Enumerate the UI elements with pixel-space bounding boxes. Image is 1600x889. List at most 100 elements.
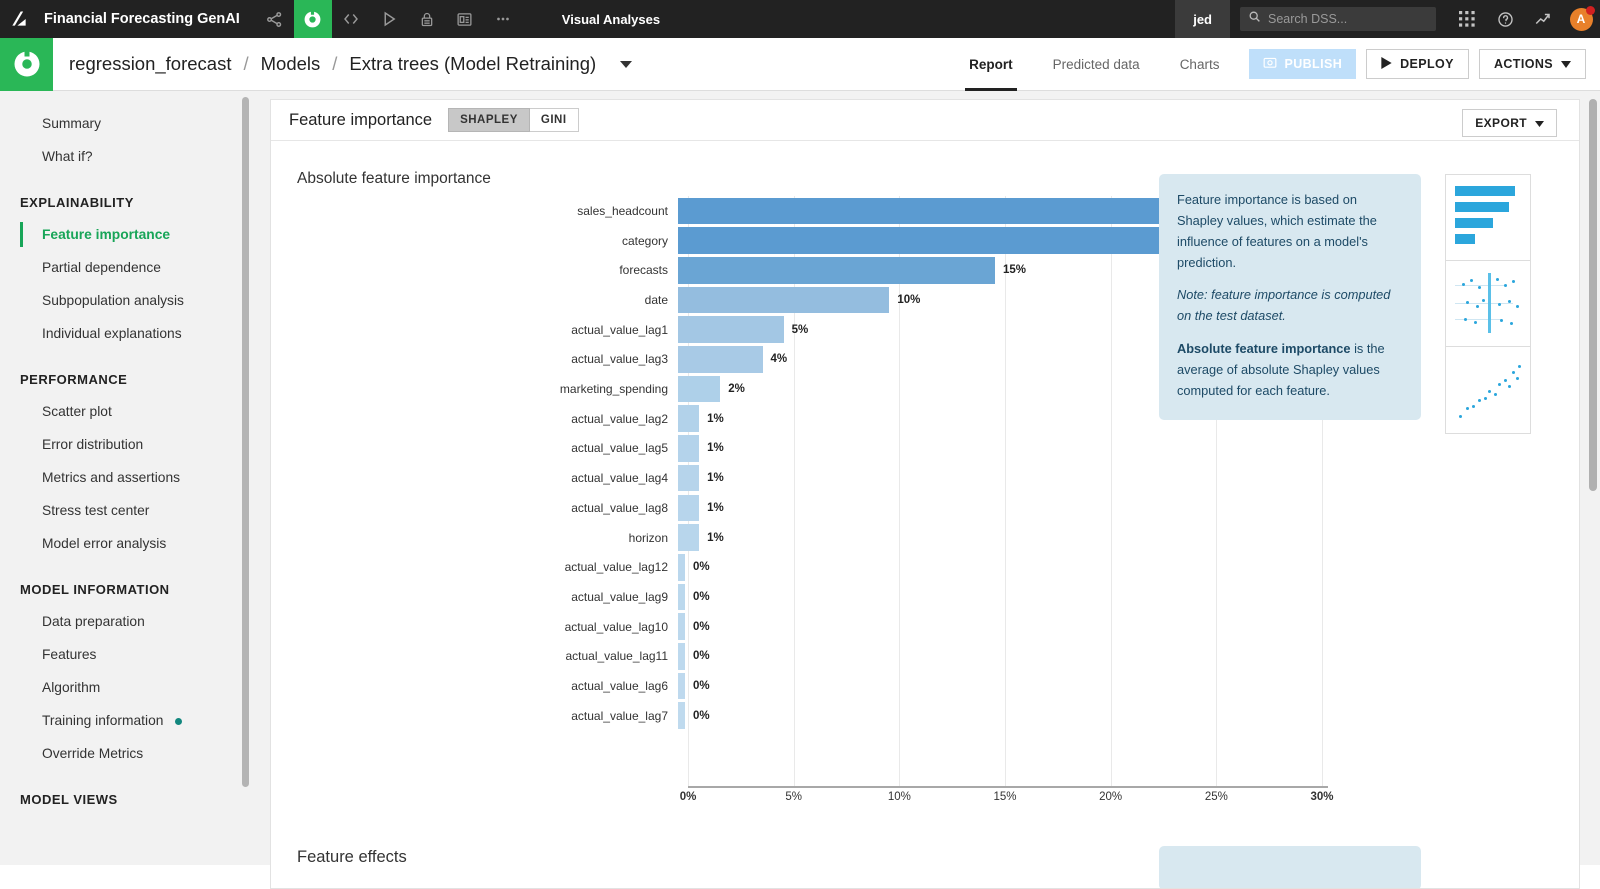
bar-value-label: 10% bbox=[897, 294, 920, 306]
bar-fill[interactable] bbox=[678, 227, 1227, 254]
bar-fill[interactable] bbox=[678, 554, 685, 581]
trend-icon[interactable] bbox=[1524, 0, 1562, 38]
actions-button[interactable]: ACTIONS bbox=[1479, 49, 1586, 79]
bar-category-label: actual_value_lag9 bbox=[271, 590, 678, 604]
sidebar-item-override-metrics[interactable]: Override Metrics bbox=[0, 737, 252, 770]
bar-fill[interactable] bbox=[678, 613, 685, 640]
search-box[interactable] bbox=[1240, 7, 1436, 31]
bar-fill[interactable] bbox=[678, 257, 995, 284]
sidebar-item-what-if[interactable]: What if? bbox=[0, 140, 252, 173]
bar-row[interactable]: actual_value_lag81% bbox=[271, 493, 1151, 523]
sidebar-item-training-information[interactable]: Training information bbox=[0, 704, 252, 737]
bar-row[interactable]: actual_value_lag90% bbox=[271, 582, 1151, 612]
bar-row[interactable]: horizon1% bbox=[271, 523, 1151, 553]
code-icon[interactable] bbox=[332, 0, 370, 38]
bar-row[interactable]: date10% bbox=[271, 285, 1151, 315]
sidebar-item-features[interactable]: Features bbox=[0, 638, 252, 671]
sidebar-item-individual-explanations[interactable]: Individual explanations bbox=[0, 317, 252, 350]
sidebar-item-partial-dependence[interactable]: Partial dependence bbox=[0, 251, 252, 284]
sidebar-scrollbar-thumb[interactable] bbox=[242, 97, 249, 787]
page-scrollbar-thumb[interactable] bbox=[1589, 99, 1597, 491]
breadcrumb-item-models[interactable]: Models bbox=[255, 53, 327, 75]
bar-chart-thumbnail[interactable] bbox=[1446, 175, 1530, 261]
flow-icon[interactable] bbox=[256, 0, 294, 38]
project-logo-icon[interactable] bbox=[0, 38, 53, 91]
bar-fill[interactable] bbox=[678, 316, 784, 343]
sidebar-item-feature-importance[interactable]: Feature importance bbox=[0, 218, 252, 251]
bar-fill[interactable] bbox=[678, 287, 889, 314]
bar-row[interactable]: forecasts15% bbox=[271, 255, 1151, 285]
info-bold-lead: Absolute feature importance bbox=[1177, 341, 1351, 356]
bar-fill[interactable] bbox=[678, 376, 720, 403]
bar-fill[interactable] bbox=[678, 584, 685, 611]
bar-row[interactable]: marketing_spending2% bbox=[271, 374, 1151, 404]
bar-fill[interactable] bbox=[678, 435, 699, 462]
sidebar-item-error-distribution[interactable]: Error distribution bbox=[0, 428, 252, 461]
bar-row[interactable]: actual_value_lag110% bbox=[271, 642, 1151, 672]
sidebar-item-algorithm[interactable]: Algorithm bbox=[0, 671, 252, 704]
bar-fill[interactable] bbox=[678, 346, 763, 373]
visual-analyses-label[interactable]: Visual Analyses bbox=[548, 0, 674, 38]
bar-row[interactable]: actual_value_lag15% bbox=[271, 315, 1151, 345]
bar-fill[interactable] bbox=[678, 495, 699, 522]
help-icon[interactable] bbox=[1486, 0, 1524, 38]
publish-button[interactable]: PUBLISH bbox=[1249, 49, 1356, 79]
bar-row[interactable]: sales_headcount30% bbox=[271, 196, 1151, 226]
dashboard-icon[interactable] bbox=[446, 0, 484, 38]
search-input[interactable] bbox=[1268, 12, 1423, 26]
bar-row[interactable]: actual_value_lag100% bbox=[271, 612, 1151, 642]
sidebar-item-metrics-and-assertions[interactable]: Metrics and assertions bbox=[0, 461, 252, 494]
bar-fill[interactable] bbox=[678, 643, 685, 670]
bar-fill[interactable] bbox=[678, 465, 699, 492]
bar-fill[interactable] bbox=[678, 702, 685, 729]
bar-row[interactable]: actual_value_lag21% bbox=[271, 404, 1151, 434]
bar-row[interactable]: actual_value_lag41% bbox=[271, 463, 1151, 493]
segment-shapley[interactable]: SHAPLEY bbox=[448, 108, 530, 132]
bar-row[interactable]: actual_value_lag34% bbox=[271, 345, 1151, 375]
sidebar-item-summary[interactable]: Summary bbox=[0, 107, 252, 140]
breadcrumb-item-project[interactable]: regression_forecast bbox=[63, 53, 237, 75]
x-tick-label: 5% bbox=[785, 791, 802, 803]
sidebar-item-model-error-analysis[interactable]: Model error analysis bbox=[0, 527, 252, 560]
chevron-down-icon[interactable] bbox=[620, 61, 632, 68]
avatar[interactable]: A bbox=[1562, 0, 1600, 38]
more-icon[interactable] bbox=[484, 0, 522, 38]
bar-fill[interactable] bbox=[678, 405, 699, 432]
bar-row[interactable]: actual_value_lag60% bbox=[271, 671, 1151, 701]
bar-row[interactable]: actual_value_lag120% bbox=[271, 552, 1151, 582]
jobs-icon[interactable] bbox=[408, 0, 446, 38]
automation-icon[interactable] bbox=[370, 0, 408, 38]
deploy-button[interactable]: DEPLOY bbox=[1366, 49, 1469, 79]
beeswarm-plot-thumbnail[interactable] bbox=[1446, 261, 1530, 347]
sidebar-item-subpopulation-analysis[interactable]: Subpopulation analysis bbox=[0, 284, 252, 317]
lab-icon[interactable] bbox=[294, 0, 332, 38]
sidebar-item-scatter-plot[interactable]: Scatter plot bbox=[0, 395, 252, 428]
page-scrollbar[interactable] bbox=[1586, 91, 1600, 865]
sidebar-scrollbar[interactable] bbox=[242, 91, 249, 865]
importance-method-toggle: SHAPLEY GINI bbox=[448, 108, 578, 132]
bar-fill[interactable] bbox=[678, 673, 685, 700]
bar-track: 0% bbox=[678, 642, 1151, 672]
project-name[interactable]: Financial Forecasting GenAI bbox=[38, 11, 256, 27]
bar-track: 26% bbox=[678, 226, 1151, 256]
breadcrumb-item-model[interactable]: Extra trees (Model Retraining) bbox=[343, 53, 602, 75]
apps-grid-icon[interactable] bbox=[1448, 0, 1486, 38]
tab-predicted-data[interactable]: Predicted data bbox=[1033, 38, 1160, 91]
sidebar-item-data-preparation[interactable]: Data preparation bbox=[0, 605, 252, 638]
sidebar-item-stress-test-center[interactable]: Stress test center bbox=[0, 494, 252, 527]
tab-charts[interactable]: Charts bbox=[1160, 38, 1240, 91]
bar-row[interactable]: actual_value_lag51% bbox=[271, 434, 1151, 464]
scatter-plot-thumbnail[interactable] bbox=[1446, 347, 1530, 433]
export-button[interactable]: EXPORT bbox=[1462, 109, 1557, 137]
dataiku-logo-icon[interactable] bbox=[0, 0, 38, 38]
bar-category-label: actual_value_lag8 bbox=[271, 501, 678, 515]
user-chip[interactable]: jed bbox=[1175, 0, 1230, 38]
publish-icon bbox=[1263, 56, 1277, 72]
tab-report[interactable]: Report bbox=[949, 38, 1033, 91]
chart-x-axis bbox=[688, 786, 1328, 788]
segment-gini[interactable]: GINI bbox=[530, 108, 579, 132]
feature-effects-info-box bbox=[1159, 846, 1421, 889]
bar-row[interactable]: actual_value_lag70% bbox=[271, 701, 1151, 731]
bar-fill[interactable] bbox=[678, 524, 699, 551]
bar-row[interactable]: category26% bbox=[271, 226, 1151, 256]
